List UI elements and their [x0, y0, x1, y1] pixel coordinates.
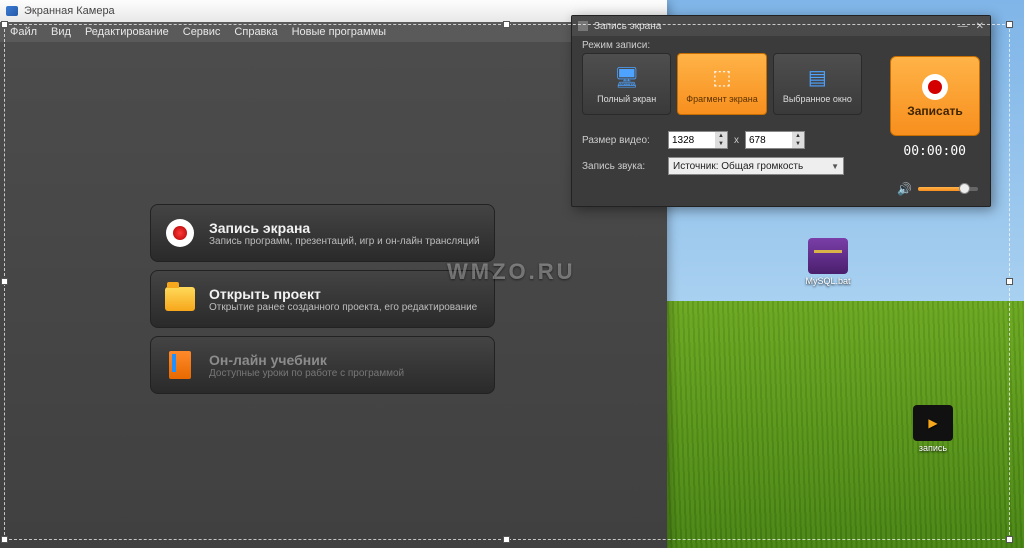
book-icon	[163, 348, 197, 382]
chevron-down-icon: ▼	[831, 162, 839, 171]
mode-full-screen[interactable]: 🖥 Полный экран	[582, 53, 671, 115]
volume-control: 🔊	[897, 182, 978, 196]
sound-label: Запись звука:	[582, 161, 662, 172]
record-button[interactable]: Записать	[890, 56, 980, 136]
popup-titlebar[interactable]: Запись экрана — ✕	[572, 16, 990, 36]
desktop-icon-rar[interactable]: MySQL.bat	[800, 238, 856, 286]
sound-row: Запись звука: Источник: Общая громкость …	[572, 153, 882, 179]
mode-label: Режим записи:	[572, 36, 990, 53]
menu-service[interactable]: Сервис	[177, 24, 227, 40]
mode-label: Выбранное окно	[783, 94, 852, 104]
desktop-icon-media[interactable]: запись	[905, 405, 961, 453]
card-subtitle: Открытие ранее созданного проекта, его р…	[209, 302, 477, 313]
volume-thumb[interactable]	[959, 183, 970, 194]
handle-bottom-left[interactable]	[1, 536, 8, 543]
desktop-icon-label: MySQL.bat	[800, 276, 856, 286]
timer: 00:00:00	[903, 144, 966, 159]
handle-bottom-right[interactable]	[1006, 536, 1013, 543]
record-icon	[163, 216, 197, 250]
card-title: Открыть проект	[209, 286, 477, 302]
app-title: Экранная Камера	[24, 5, 115, 17]
rar-icon	[808, 238, 848, 274]
main-window: Экранная Камера Файл Вид Редактирование …	[0, 0, 667, 548]
folder-icon	[163, 282, 197, 316]
record-dot-icon	[922, 74, 948, 100]
menu-view[interactable]: Вид	[45, 24, 77, 40]
handle-top-mid[interactable]	[503, 21, 510, 28]
card-subtitle: Запись программ, презентаций, игр и он-л…	[209, 236, 480, 247]
menu-file[interactable]: Файл	[4, 24, 43, 40]
handle-mid-left[interactable]	[1, 278, 8, 285]
main-body: Запись экрана Запись программ, презентац…	[0, 42, 667, 548]
mode-window[interactable]: ▤ Выбранное окно	[773, 53, 862, 115]
card-online-tutorial[interactable]: Он-лайн учебник Доступные уроки по работ…	[150, 336, 495, 394]
size-label: Размер видео:	[582, 135, 662, 146]
app-icon	[6, 6, 18, 16]
mode-label: Полный экран	[597, 94, 656, 104]
width-spinner[interactable]: ▲▼	[715, 132, 727, 148]
card-title: Запись экрана	[209, 220, 480, 236]
crop-icon: ⬚	[713, 65, 732, 90]
width-input-wrap: ▲▼	[668, 131, 728, 149]
width-input[interactable]	[669, 135, 715, 146]
mode-label: Фрагмент экрана	[686, 94, 757, 104]
media-icon	[913, 405, 953, 441]
titlebar[interactable]: Экранная Камера	[0, 0, 667, 22]
record-settings-popup: Запись экрана — ✕ Режим записи: 🖥 Полный…	[571, 15, 991, 207]
mode-fragment[interactable]: ⬚ Фрагмент экрана	[677, 53, 766, 115]
card-record-screen[interactable]: Запись экрана Запись программ, презентац…	[150, 204, 495, 262]
card-open-project[interactable]: Открыть проект Открытие ранее созданного…	[150, 270, 495, 328]
menu-edit[interactable]: Редактирование	[79, 24, 175, 40]
height-spinner[interactable]: ▲▼	[792, 132, 804, 148]
handle-bottom-mid[interactable]	[503, 536, 510, 543]
size-row: Размер видео: ▲▼ x ▲▼	[572, 127, 882, 153]
close-button[interactable]: ✕	[976, 21, 984, 32]
handle-mid-right[interactable]	[1006, 278, 1013, 285]
minimize-button[interactable]: —	[958, 21, 968, 32]
record-button-label: Записать	[907, 104, 963, 118]
monitor-icon: 🖥	[614, 65, 639, 90]
handle-top-right[interactable]	[1006, 21, 1013, 28]
popup-icon	[578, 21, 588, 31]
menubar: Файл Вид Редактирование Сервис Справка Н…	[0, 22, 667, 42]
height-input-wrap: ▲▼	[745, 131, 805, 149]
sound-source-dropdown[interactable]: Источник: Общая громкость ▼	[668, 157, 844, 175]
sound-source-value: Источник: Общая громкость	[673, 161, 803, 172]
mode-buttons: 🖥 Полный экран ⬚ Фрагмент экрана ▤ Выбра…	[572, 53, 872, 115]
volume-slider[interactable]	[918, 187, 978, 191]
handle-top-left[interactable]	[1, 21, 8, 28]
size-separator: x	[734, 135, 739, 146]
height-input[interactable]	[746, 135, 792, 146]
desktop-icon-label: запись	[905, 443, 961, 453]
speaker-icon: 🔊	[897, 182, 912, 196]
menu-new-programs[interactable]: Новые программы	[286, 24, 392, 40]
card-subtitle: Доступные уроки по работе с программой	[209, 368, 404, 379]
card-title: Он-лайн учебник	[209, 352, 404, 368]
window-icon: ▤	[808, 65, 827, 90]
popup-title: Запись экрана	[594, 21, 661, 32]
menu-help[interactable]: Справка	[228, 24, 283, 40]
